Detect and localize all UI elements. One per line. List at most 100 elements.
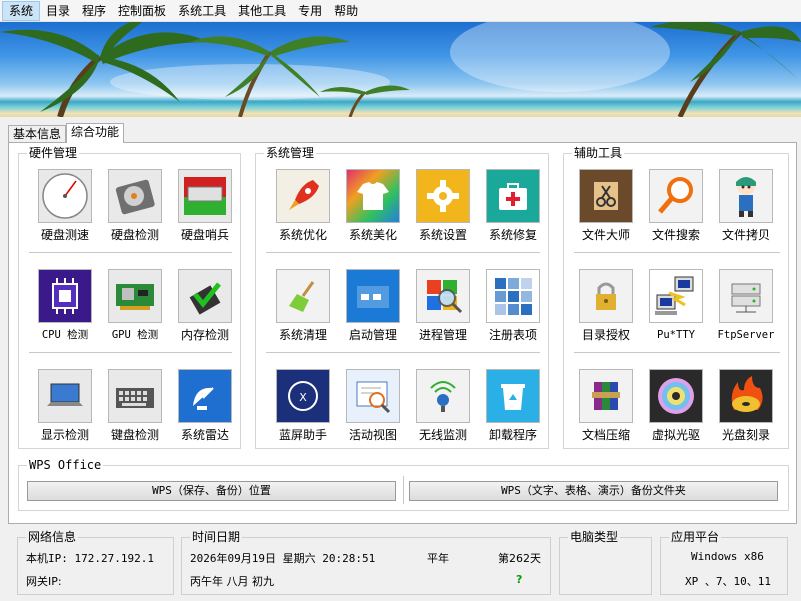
wps-location-button[interactable]: WPS（保存、备份）位置 <box>27 481 396 501</box>
tool-document-compress[interactable]: 文档压缩 <box>571 369 641 442</box>
tool-display-check[interactable]: 显示检测 <box>30 369 100 442</box>
tool-label: 启动管理 <box>348 328 397 342</box>
tool-system-repair[interactable]: 系统修复 <box>478 169 548 242</box>
tool-label: FtpServer <box>717 329 775 341</box>
tool-ftp-server[interactable]: FtpServer <box>711 269 781 342</box>
tool-disk-check[interactable]: 硬盘检测 <box>100 169 170 242</box>
network-info-box: 网络信息 本机IP: 172.27.192.1 网关IP: <box>17 530 174 595</box>
tool-label: 系统修复 <box>488 228 537 242</box>
tool-bluescreen-helper[interactable]: X 蓝屏助手 <box>268 369 338 442</box>
tool-system-clean[interactable]: 系统清理 <box>268 269 338 342</box>
tool-process-manager[interactable]: 进程管理 <box>408 269 478 342</box>
tool-system-radar[interactable]: 系统雷达 <box>170 369 240 442</box>
tool-memory-check[interactable]: 内存检测 <box>170 269 240 342</box>
menu-system[interactable]: 系统 <box>2 0 41 21</box>
menu-directory[interactable]: 目录 <box>40 1 76 21</box>
tool-label: 键盘检测 <box>110 428 159 442</box>
drive-sentinel-icon <box>178 169 232 223</box>
tool-label: 系统优化 <box>278 228 327 242</box>
tool-label: 系统雷达 <box>180 428 229 442</box>
day-of-year: 第262天 <box>498 552 541 565</box>
tool-uninstall[interactable]: 卸载程序 <box>478 369 548 442</box>
platform-title: 应用平台 <box>669 530 722 544</box>
bluescreen-icon: X <box>276 369 330 423</box>
tool-registry[interactable]: 注册表项 <box>478 269 548 342</box>
scissors-folder-icon <box>579 169 633 223</box>
tab-panel: 硬件管理 硬盘测速 硬盘检测 硬盘哨兵 CPU 检测 GPU 检测 内存检测 显… <box>8 142 797 524</box>
hard-disk-icon <box>108 169 162 223</box>
unknown-indicator: ? <box>516 573 523 586</box>
laptop-display-icon <box>38 369 92 423</box>
tool-activity-view[interactable]: 活动视图 <box>338 369 408 442</box>
tool-disk-speed[interactable]: 硬盘测速 <box>30 169 100 242</box>
tool-label: 文档压缩 <box>581 428 630 442</box>
menu-programs[interactable]: 程序 <box>76 1 112 21</box>
padlock-icon <box>579 269 633 323</box>
platform-line1: Windows x86 <box>691 550 764 563</box>
first-aid-kit-icon <box>486 169 540 223</box>
auxiliary-tools-group-title: 辅助工具 <box>572 146 625 160</box>
tool-label: 目录授权 <box>581 328 630 342</box>
gateway-ip: 网关IP: <box>26 575 62 588</box>
tool-label: GPU 检测 <box>111 329 159 341</box>
system-group: 系统管理 系统优化 系统美化 系统设置 系统修复 系统清理 启动管理 进程管理 … <box>255 146 549 449</box>
tool-file-master[interactable]: 文件大师 <box>571 169 641 242</box>
menu-control-panel[interactable]: 控制面板 <box>112 1 172 21</box>
wps-backup-folder-button[interactable]: WPS（文字、表格、演示）备份文件夹 <box>409 481 778 501</box>
year-type: 平年 <box>427 552 449 565</box>
tool-wireless-monitor[interactable]: 无线监测 <box>408 369 478 442</box>
tool-label: 蓝屏助手 <box>278 428 327 442</box>
divider <box>403 476 405 504</box>
tool-system-optimize[interactable]: 系统优化 <box>268 169 338 242</box>
tab-basic-info[interactable]: 基本信息 <box>8 125 67 143</box>
tool-label: CPU 检测 <box>41 329 89 341</box>
tool-keyboard-check[interactable]: 键盘检测 <box>100 369 170 442</box>
tool-label: 卸载程序 <box>488 428 537 442</box>
wps-office-group: WPS Office WPS（保存、备份）位置 WPS（文字、表格、演示）备份文… <box>18 458 789 511</box>
tool-label: 系统美化 <box>348 228 397 242</box>
current-datetime: 2026年09月19日 星期六 20:28:51 <box>190 552 376 565</box>
svg-text:X: X <box>299 391 307 404</box>
local-ip: 本机IP: 172.27.192.1 <box>26 552 154 565</box>
tool-label: Pu*TTY <box>657 329 695 341</box>
platform-line2: XP 、7、10、11 <box>685 575 771 588</box>
menu-system-tools[interactable]: 系统工具 <box>172 1 232 21</box>
tool-directory-permission[interactable]: 目录授权 <box>571 269 641 342</box>
network-info-title: 网络信息 <box>26 530 79 544</box>
tool-system-beautify[interactable]: 系统美化 <box>338 169 408 242</box>
magnifier-icon <box>649 169 703 223</box>
tool-disk-sentinel[interactable]: 硬盘哨兵 <box>170 169 240 242</box>
startup-window-icon <box>346 269 400 323</box>
ftp-server-icon <box>719 269 773 323</box>
menu-help[interactable]: 帮助 <box>328 1 364 21</box>
virtual-disc-icon <box>649 369 703 423</box>
tool-putty[interactable]: Pu*TTY <box>641 269 711 342</box>
wireless-icon <box>416 369 470 423</box>
mascot-icon <box>719 169 773 223</box>
tool-label: 注册表项 <box>488 328 537 342</box>
tab-integrated-functions[interactable]: 综合功能 <box>66 123 125 143</box>
tool-system-settings[interactable]: 系统设置 <box>408 169 478 242</box>
datetime-box: 时间日期 2026年09月19日 星期六 20:28:51 平年 第262天 丙… <box>181 530 551 595</box>
tshirt-icon <box>346 169 400 223</box>
tool-gpu-check[interactable]: GPU 检测 <box>100 269 170 342</box>
tool-file-copy[interactable]: 文件拷贝 <box>711 169 781 242</box>
menu-other-tools[interactable]: 其他工具 <box>232 1 292 21</box>
putty-icon <box>649 269 703 323</box>
tool-label: 虚拟光驱 <box>651 428 700 442</box>
tool-label: 活动视图 <box>348 428 397 442</box>
archive-books-icon <box>579 369 633 423</box>
computer-type-box: 电脑类型 <box>559 530 652 595</box>
recycle-bin-icon <box>486 369 540 423</box>
platform-box: 应用平台 Windows x86 XP 、7、10、11 <box>660 530 788 595</box>
tool-virtual-drive[interactable]: 虚拟光驱 <box>641 369 711 442</box>
menu-special[interactable]: 专用 <box>292 1 328 21</box>
tool-startup-manager[interactable]: 启动管理 <box>338 269 408 342</box>
tool-cpu-check[interactable]: CPU 检测 <box>30 269 100 342</box>
divider <box>29 352 232 354</box>
tool-disc-burn[interactable]: 光盘刻录 <box>711 369 781 442</box>
registry-tiles-icon <box>486 269 540 323</box>
tool-label: 无线监测 <box>418 428 467 442</box>
tool-file-search[interactable]: 文件搜索 <box>641 169 711 242</box>
wps-office-group-title: WPS Office <box>27 458 104 472</box>
